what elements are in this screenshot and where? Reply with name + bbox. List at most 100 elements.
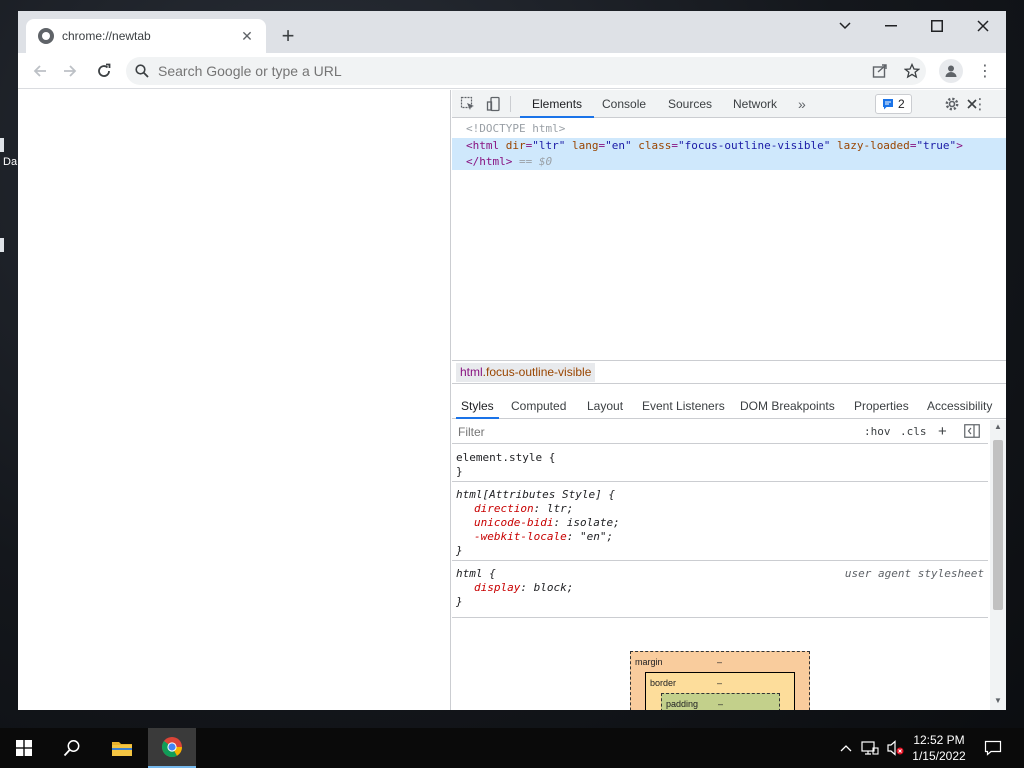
- toggle-sidebar-icon[interactable]: [964, 424, 980, 442]
- dom-tree[interactable]: <!DOCTYPE html> <html dir="ltr" lang="en…: [452, 119, 1006, 360]
- subtab-layout[interactable]: Layout: [587, 396, 623, 419]
- issues-counter-button[interactable]: 2: [875, 94, 912, 114]
- new-style-rule-button[interactable]: +: [938, 423, 947, 441]
- chrome-menu-icon[interactable]: ⋮: [973, 57, 997, 85]
- attr-name: dir: [505, 139, 526, 152]
- volume-muted-icon[interactable]: [884, 728, 908, 768]
- file-explorer-button[interactable]: [98, 728, 146, 768]
- back-button[interactable]: [26, 57, 54, 85]
- rule-user-agent-html[interactable]: html {user agent stylesheet display: blo…: [452, 567, 988, 618]
- margin-value: –: [717, 657, 723, 667]
- dom-doctype-line[interactable]: <!DOCTYPE html>: [452, 121, 1006, 137]
- rule-selector: html[Attributes Style] {: [456, 488, 615, 501]
- tab-sources[interactable]: Sources: [668, 90, 712, 118]
- property-value: block;: [533, 581, 574, 594]
- close-window-button[interactable]: [960, 11, 1006, 41]
- box-model-margin[interactable]: margin – border – padding –: [630, 651, 810, 710]
- browser-tab[interactable]: chrome://newtab ✕: [26, 19, 266, 53]
- rule-attributes-style[interactable]: html[Attributes Style] { direction: ltr;…: [452, 488, 988, 561]
- subtab-dom-breakpoints[interactable]: DOM Breakpoints: [740, 396, 835, 419]
- title-bar: chrome://newtab ✕ +: [18, 11, 1006, 53]
- dom-html-open-line[interactable]: <html dir="ltr" lang="en" class="focus-o…: [452, 138, 1006, 154]
- html-close-tag: </html>: [466, 155, 513, 168]
- margin-label: margin: [635, 657, 663, 667]
- styles-filter-bar: :hov .cls +: [452, 420, 988, 444]
- scroll-up-icon[interactable]: ▲: [990, 422, 1006, 434]
- attr-value: "en": [605, 139, 632, 152]
- box-model-padding[interactable]: padding –: [661, 693, 780, 710]
- tab-console[interactable]: Console: [602, 90, 646, 118]
- network-icon[interactable]: [858, 728, 882, 768]
- subtab-accessibility[interactable]: Accessibility: [927, 396, 992, 419]
- breadcrumb: html.focus-outline-visible: [452, 360, 1006, 384]
- folder-icon: [112, 742, 132, 756]
- attr-value: "focus-outline-visible": [678, 139, 831, 152]
- maximize-button[interactable]: [914, 11, 960, 41]
- share-icon[interactable]: [866, 57, 894, 85]
- device-toolbar-icon[interactable]: [484, 94, 504, 114]
- scrollbar-thumb[interactable]: [993, 440, 1003, 610]
- windows-logo-icon: [16, 740, 32, 756]
- bookmark-star-icon[interactable]: [898, 57, 926, 85]
- subtab-styles[interactable]: Styles: [456, 396, 499, 419]
- hov-toggle-button[interactable]: :hov: [864, 423, 891, 441]
- show-hidden-icons-chevron-icon[interactable]: [836, 728, 856, 768]
- browser-toolbar: ⋮: [18, 53, 1006, 89]
- minimize-button[interactable]: [868, 11, 914, 41]
- property-value: "en";: [579, 530, 614, 543]
- style-property[interactable]: -webkit-locale: "en";: [456, 530, 988, 544]
- rule-close: }: [456, 465, 463, 478]
- page-viewport[interactable]: [18, 90, 451, 710]
- settings-gear-icon[interactable]: [942, 94, 962, 114]
- rule-element-style[interactable]: element.style { }: [452, 451, 988, 482]
- devtools-tabbar: Elements Console Sources Network » 2 ⋮: [452, 90, 1006, 118]
- inspect-element-icon[interactable]: [458, 94, 478, 114]
- dom-html-close-line[interactable]: </html> == $0: [452, 154, 1006, 170]
- subtab-event-listeners[interactable]: Event Listeners: [642, 396, 725, 419]
- property-name: direction: [474, 502, 534, 515]
- border-label: border: [650, 678, 677, 688]
- style-rules-pane: element.style { } html[Attributes Style]…: [452, 445, 988, 710]
- tab-network[interactable]: Network: [733, 90, 777, 118]
- scroll-down-icon[interactable]: ▼: [990, 696, 1006, 708]
- subtab-properties[interactable]: Properties: [854, 396, 909, 419]
- new-tab-button[interactable]: +: [274, 23, 302, 51]
- tab-search-icon[interactable]: [822, 11, 868, 41]
- notifications-icon[interactable]: [978, 728, 1008, 768]
- chrome-favicon-icon: [38, 28, 54, 44]
- reload-button[interactable]: [90, 57, 118, 85]
- box-model-border[interactable]: border – padding –: [645, 672, 795, 710]
- issues-count: 2: [898, 97, 905, 111]
- close-tab-icon[interactable]: ✕: [238, 28, 256, 45]
- tab-elements[interactable]: Elements: [520, 90, 595, 118]
- styles-scrollbar[interactable]: ▲ ▼: [990, 420, 1006, 710]
- search-taskbar-button[interactable]: [48, 728, 96, 768]
- attr-name: class: [638, 139, 672, 152]
- clock-time: 12:52 PM: [913, 733, 965, 747]
- attr-name: lazy-loaded: [836, 139, 910, 152]
- start-button[interactable]: [0, 728, 48, 768]
- chrome-taskbar-button[interactable]: [148, 728, 196, 768]
- styles-filter-input[interactable]: [458, 423, 848, 441]
- chrome-window: chrome://newtab ✕ + Search Google or typ…: [18, 11, 1006, 710]
- devtools-panel: Elements Console Sources Network » 2 ⋮ <…: [452, 90, 1006, 710]
- style-property[interactable]: unicode-bidi: isolate;: [456, 516, 988, 530]
- breadcrumb-item-html[interactable]: html.focus-outline-visible: [456, 363, 596, 382]
- style-property[interactable]: direction: ltr;: [456, 502, 988, 516]
- omnibox[interactable]: [126, 57, 926, 85]
- property-name: display: [474, 581, 521, 594]
- rule-origin: user agent stylesheet: [844, 567, 984, 580]
- crumb-class: .focus-outline-visible: [482, 365, 592, 379]
- more-tabs-chevron-icon[interactable]: »: [798, 90, 806, 118]
- cls-toggle-button[interactable]: .cls: [900, 423, 927, 441]
- system-clock[interactable]: 12:52 PM 1/15/2022: [908, 732, 970, 764]
- forward-button[interactable]: [56, 57, 84, 85]
- rule-close: }: [456, 595, 463, 608]
- subtab-computed[interactable]: Computed: [511, 396, 566, 419]
- close-devtools-icon[interactable]: [962, 94, 982, 114]
- omnibox-input[interactable]: [158, 63, 818, 79]
- chrome-logo-icon: [161, 737, 183, 758]
- property-value: ltr;: [546, 502, 574, 515]
- profile-avatar-icon[interactable]: [939, 59, 963, 83]
- style-property[interactable]: display: block;: [456, 581, 988, 595]
